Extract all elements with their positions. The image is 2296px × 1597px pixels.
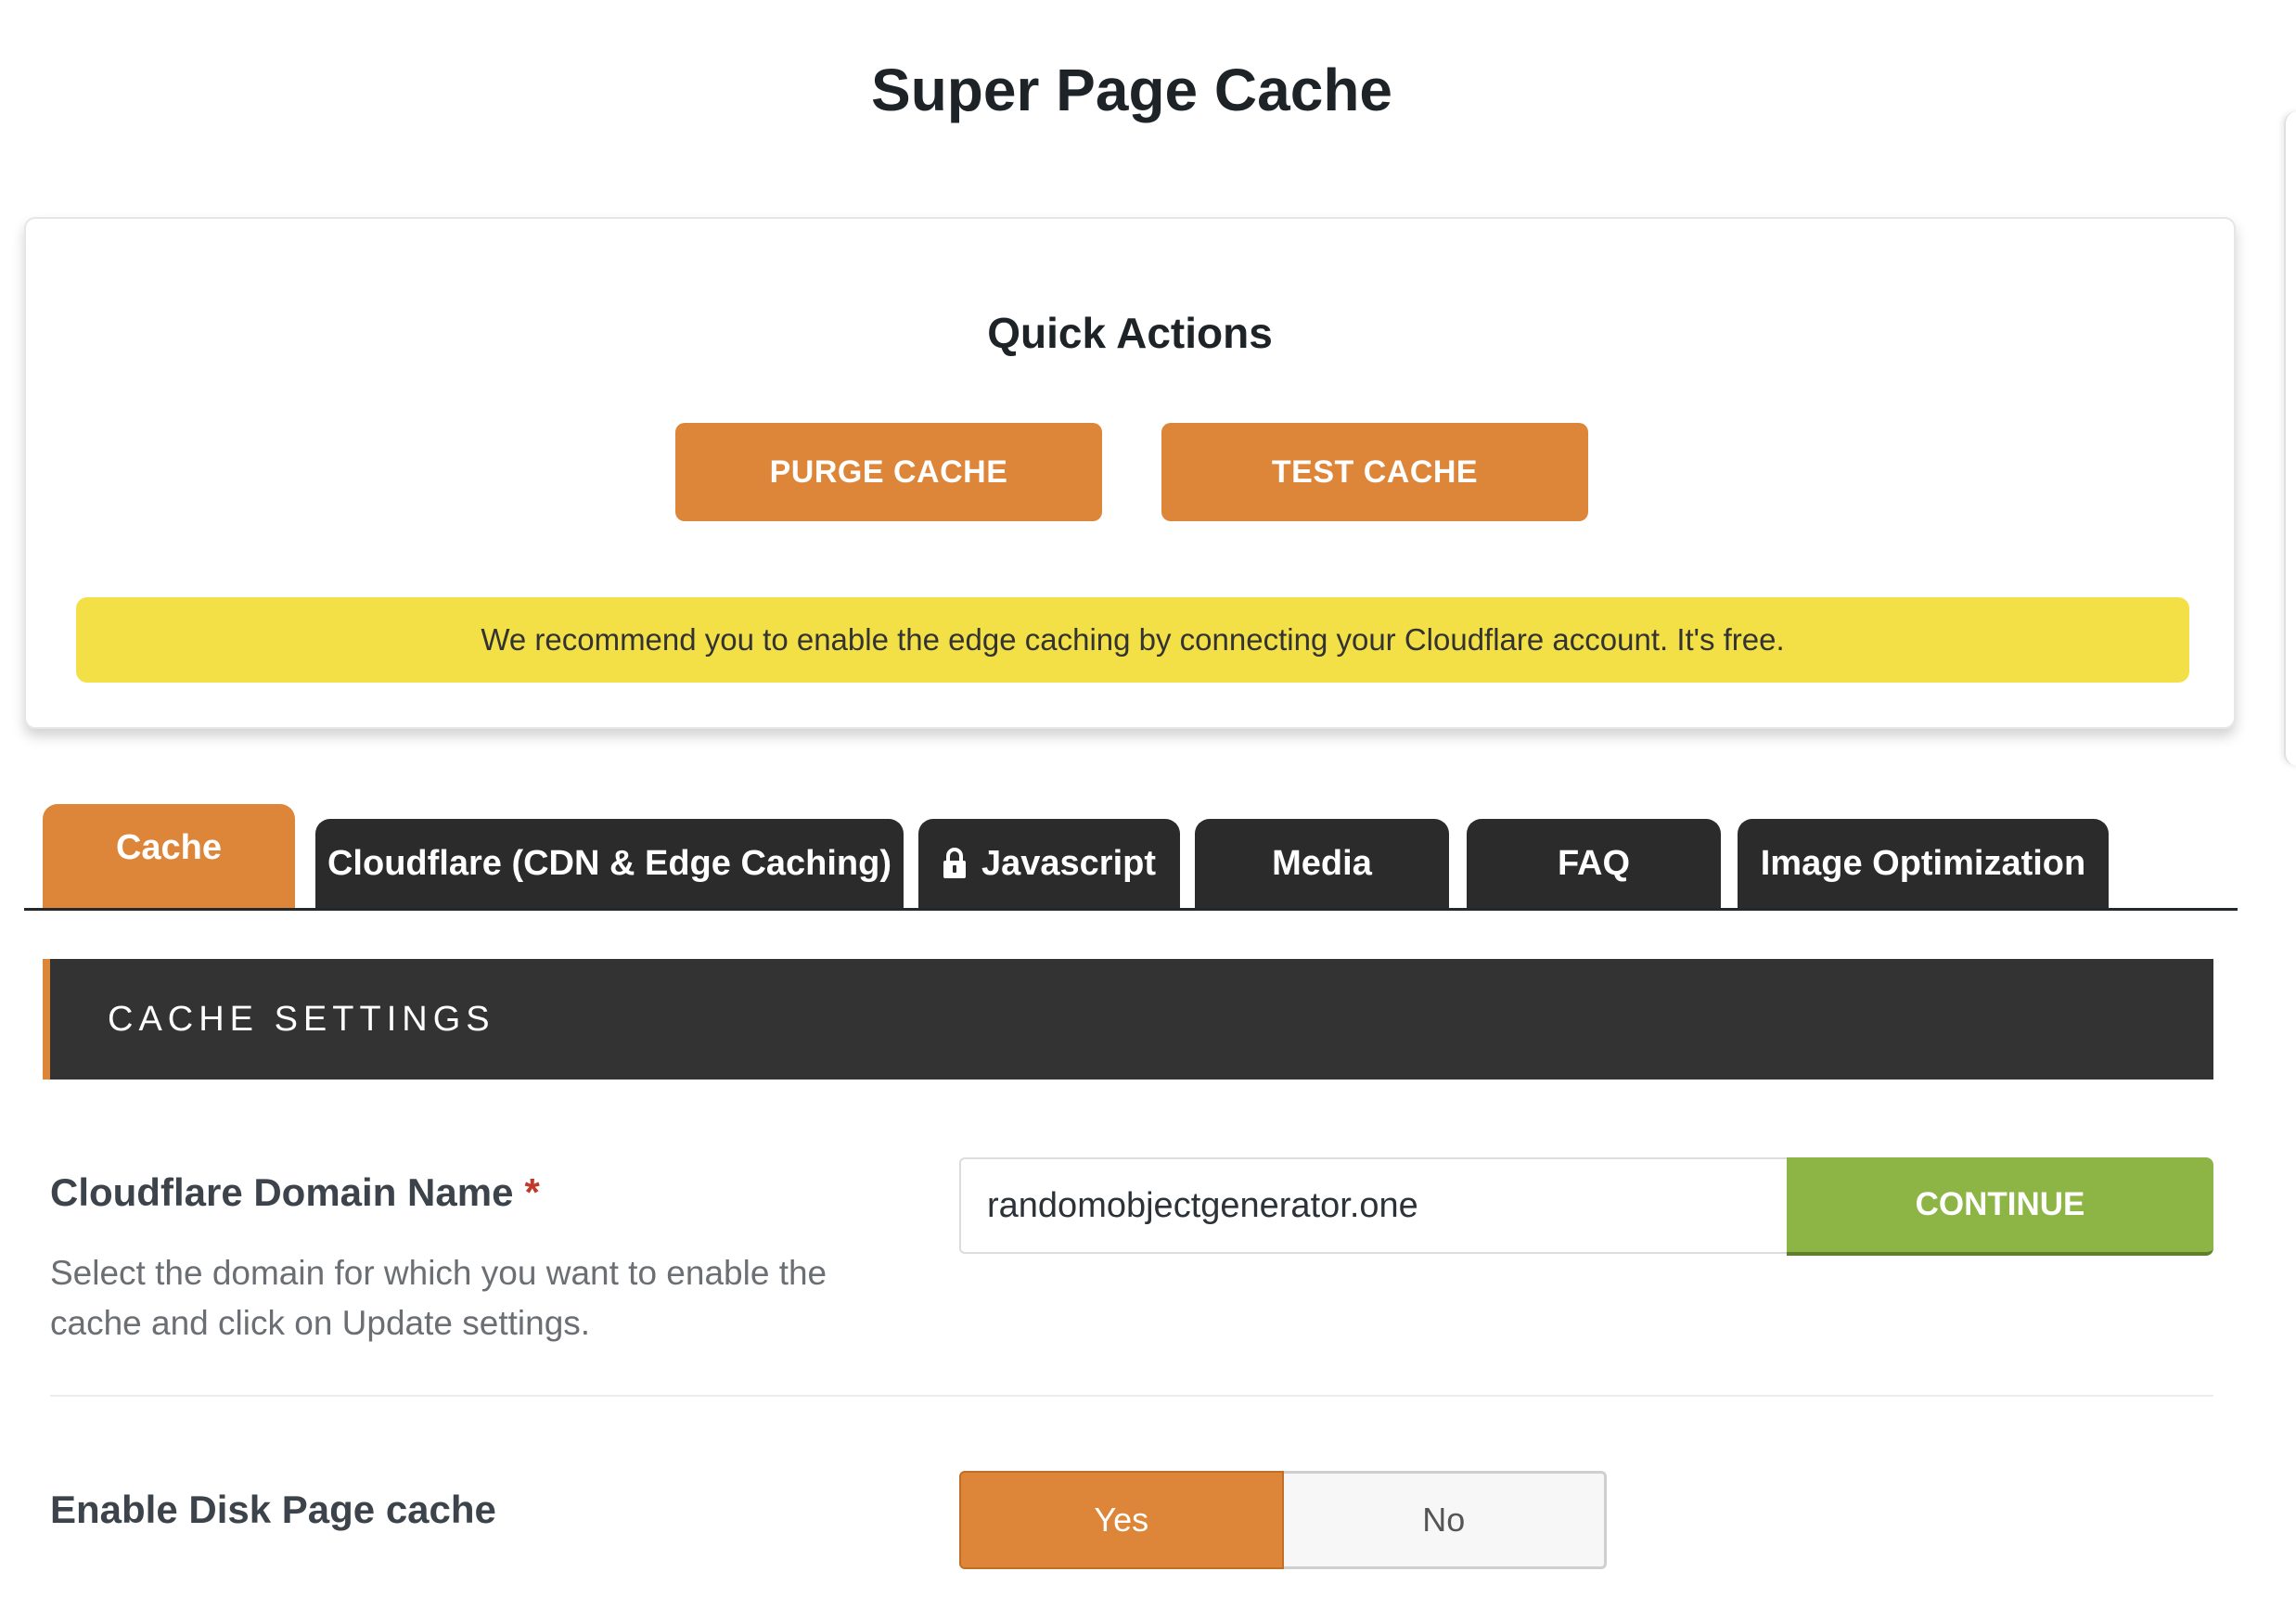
tab-label: Cache: [115, 827, 223, 867]
lock-icon: [943, 848, 966, 878]
quick-actions-card: Quick Actions PURGE CACHE TEST CACHE We …: [24, 217, 2236, 729]
required-marker: *: [524, 1170, 540, 1214]
page-title: Super Page Cache: [871, 57, 1392, 123]
tab-media[interactable]: Media: [1195, 819, 1449, 908]
cloudflare-domain-description: Select the domain for which you want to …: [50, 1254, 827, 1342]
tab-javascript[interactable]: Javascript: [918, 819, 1180, 908]
continue-button[interactable]: CONTINUE: [1787, 1157, 2213, 1256]
enable-disk-cache-label: Enable Disk Page cache: [50, 1488, 496, 1531]
section-title: CACHE SETTINGS: [108, 999, 495, 1039]
settings-tabs: Cache Cloudflare (CDN & Edge Caching) Ja…: [24, 804, 2238, 911]
quick-actions-heading: Quick Actions: [987, 309, 1273, 357]
tab-cloudflare[interactable]: Cloudflare (CDN & Edge Caching): [315, 819, 904, 908]
disk-cache-toggle: Yes No: [959, 1471, 1607, 1569]
field-label: Cloudflare Domain Name: [50, 1170, 514, 1214]
tab-image-optimization[interactable]: Image Optimization: [1738, 819, 2109, 908]
purge-cache-button[interactable]: PURGE CACHE: [675, 423, 1102, 521]
tab-label: Image Optimization: [1760, 843, 2086, 883]
tab-label: FAQ: [1557, 843, 1631, 883]
test-cache-button[interactable]: TEST CACHE: [1161, 423, 1588, 521]
tab-label: Media: [1272, 843, 1372, 883]
cloudflare-domain-input[interactable]: [959, 1157, 1794, 1254]
cache-settings-header: CACHE SETTINGS: [43, 959, 2213, 1080]
side-panel-edge: [2284, 111, 2296, 766]
cloudflare-recommendation-notice: We recommend you to enable the edge cach…: [76, 597, 2189, 683]
toggle-yes-option[interactable]: Yes: [959, 1471, 1284, 1569]
tab-label: Javascript: [981, 843, 1156, 883]
toggle-no-option[interactable]: No: [1283, 1471, 1607, 1569]
row-divider: [50, 1395, 2213, 1397]
notice-text: We recommend you to enable the edge cach…: [481, 622, 1785, 657]
tab-cache[interactable]: Cache: [43, 804, 295, 908]
tab-label: Cloudflare (CDN & Edge Caching): [327, 843, 892, 883]
tab-faq[interactable]: FAQ: [1467, 819, 1721, 908]
cloudflare-domain-label: Cloudflare Domain Name *: [50, 1170, 540, 1215]
page: Super Page Cache Quick Actions PURGE CAC…: [0, 0, 2296, 1597]
